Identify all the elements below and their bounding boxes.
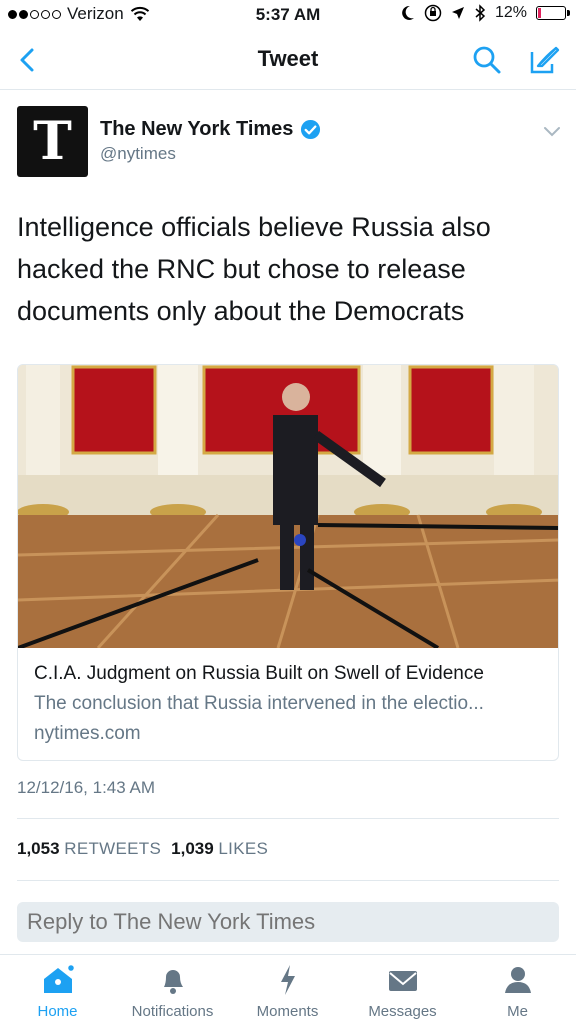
author-name[interactable]: The New York Times [100,118,321,141]
card-image [18,365,558,648]
tab-notifications[interactable]: Notifications [115,963,230,1020]
tab-label: Me [507,1003,528,1020]
author-handle[interactable]: @nytimes [100,144,176,164]
link-card[interactable]: C.I.A. Judgment on Russia Built on Swell… [17,364,559,761]
status-bar: Verizon 5:37 AM 12% [0,0,576,32]
verified-badge-icon [301,119,321,140]
tab-label: Notifications [131,1003,214,1020]
tab-moments[interactable]: Moments [230,963,345,1020]
nav-bar: Tweet [0,32,576,90]
divider [17,818,559,819]
location-icon [451,7,464,19]
tab-messages[interactable]: Messages [345,963,460,1020]
tab-bar: Home Notifications Moments Messages Me [0,954,576,1024]
envelope-icon [388,971,417,991]
card-description: The conclusion that Russia intervened in… [34,693,484,714]
tab-label: Moments [256,1003,319,1020]
chevron-down-icon[interactable] [542,124,562,138]
lightning-icon [280,965,295,995]
battery-percent: 12% [494,4,527,21]
card-domain: nytimes.com [34,723,141,744]
tab-home[interactable]: Home [0,963,115,1020]
home-icon [43,963,75,993]
moon-icon [402,5,414,20]
battery-icon [536,6,570,20]
tweet-stats: 1,053 RETWEETS 1,039 LIKES [17,839,268,859]
search-icon[interactable] [470,42,504,78]
tab-label: Home [37,1003,78,1020]
avatar-logo: T [33,110,72,172]
battery-level [538,8,541,18]
tweet-timestamp: 12/12/16, 1:43 AM [17,778,155,797]
retweets-label: RETWEETS [64,839,162,858]
orientation-lock-icon [424,4,442,22]
likes-label: LIKES [218,839,269,858]
bell-icon [163,970,183,994]
avatar[interactable]: T [17,106,88,177]
card-title: C.I.A. Judgment on Russia Built on Swell… [34,663,484,684]
author-name-text: The New York Times [100,118,294,140]
person-icon [504,967,531,993]
tweet-text: Intelligence officials believe Russia al… [17,212,491,326]
tab-label: Messages [368,1003,437,1020]
tab-me[interactable]: Me [460,963,575,1020]
likes-count: 1,039 [171,839,214,858]
reply-input[interactable] [17,902,559,942]
compose-icon[interactable] [526,42,562,78]
likes-stat[interactable]: 1,039 LIKES [171,839,268,859]
retweets-count: 1,053 [17,839,60,858]
status-right: 12% [401,4,570,22]
bluetooth-icon [475,4,486,22]
divider [17,880,559,881]
retweets-stat[interactable]: 1,053 RETWEETS [17,839,161,859]
